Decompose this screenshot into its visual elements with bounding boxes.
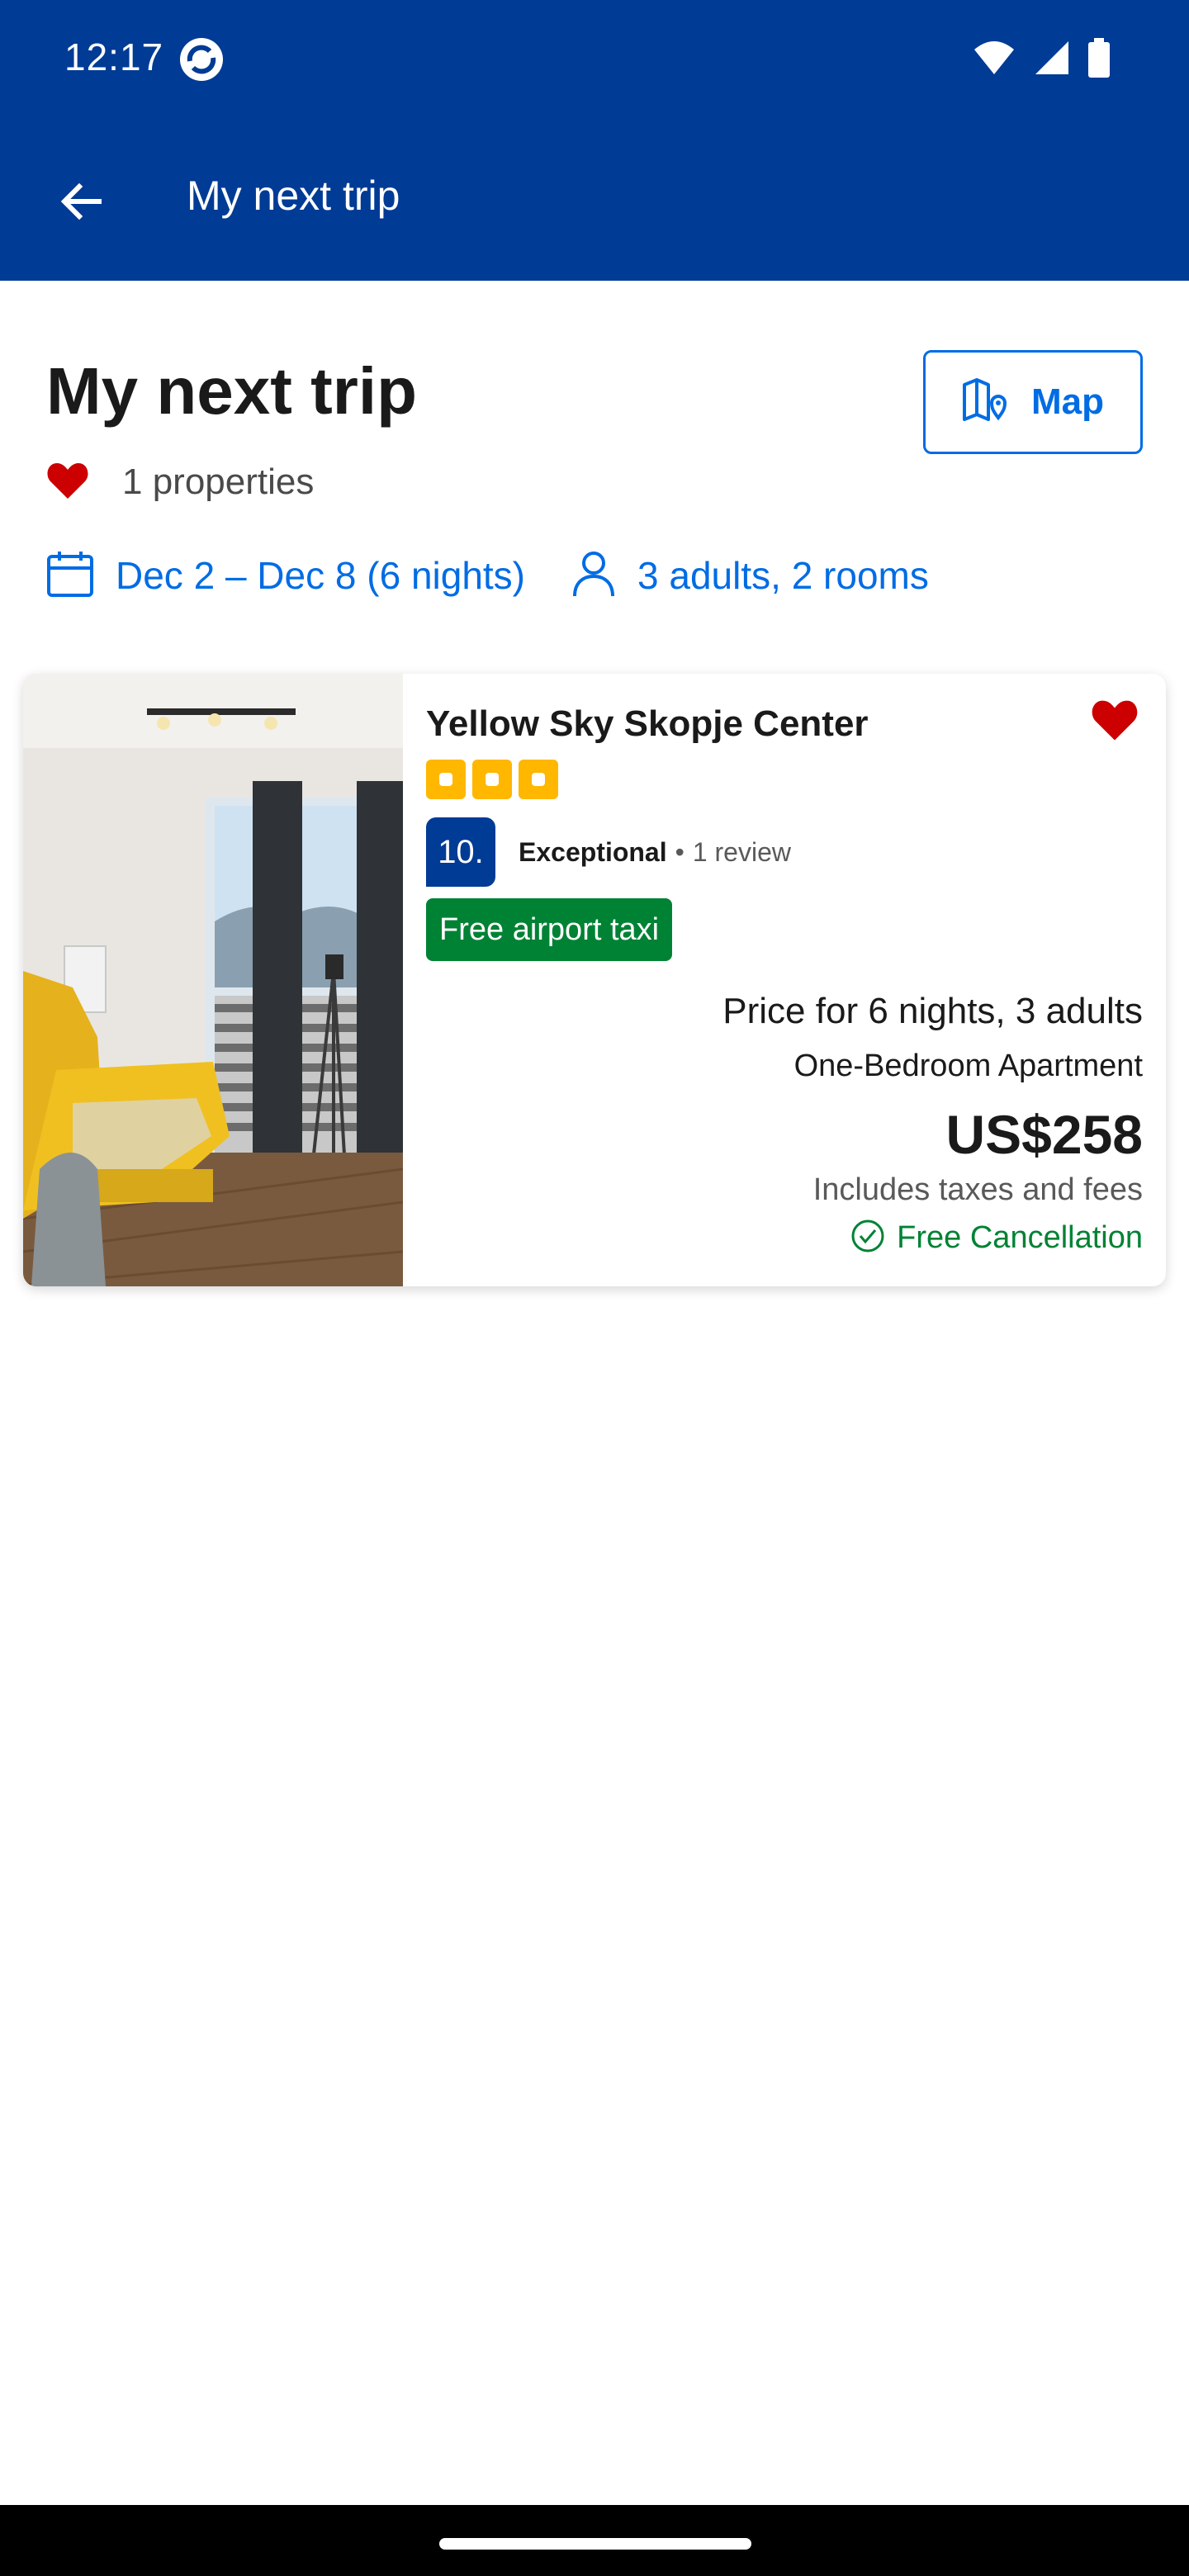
app-bar-title: My next trip	[187, 173, 400, 219]
review-score-row: 10. Exceptional • 1 review	[426, 817, 791, 887]
wifi-icon	[973, 40, 1016, 80]
review-score-badge: 10.	[426, 817, 495, 887]
app-bar: My next trip	[0, 124, 1189, 281]
free-cancellation: Free Cancellation	[850, 1215, 1143, 1260]
status-bar: 12:17	[0, 0, 1189, 124]
status-indicators	[973, 37, 1110, 82]
saved-count: 1 properties	[122, 462, 315, 502]
taxes-note: Includes taxes and fees	[812, 1172, 1143, 1207]
app-notification-icon	[178, 36, 225, 83]
star-rating	[426, 760, 558, 799]
guests-label: 3 adults, 2 rooms	[637, 554, 929, 597]
favorite-button[interactable]	[1083, 690, 1146, 753]
property-card[interactable]: Yellow Sky Skopje Center 10. Exceptional…	[23, 674, 1166, 1286]
back-button[interactable]	[36, 159, 126, 248]
price-for-text: Price for 6 nights, 3 adults	[722, 991, 1143, 1031]
review-count: 1 review	[692, 836, 791, 867]
star-icon	[426, 760, 466, 799]
calendar-icon	[46, 550, 94, 602]
status-time: 12:17	[64, 36, 164, 78]
star-icon	[472, 760, 512, 799]
system-nav-bar	[0, 2505, 1189, 2576]
property-info: Yellow Sky Skopje Center 10. Exceptional…	[403, 674, 1166, 1286]
property-photo[interactable]	[23, 674, 404, 1286]
rating-word: Exceptional	[519, 836, 667, 867]
signal-icon	[1034, 40, 1070, 80]
price: US$258	[945, 1104, 1143, 1165]
room-type: One-Bedroom Apartment	[793, 1049, 1143, 1083]
battery-icon	[1088, 37, 1110, 82]
trip-filters: Dec 2 – Dec 8 (6 nights) 3 adults, 2 roo…	[46, 547, 929, 604]
top-bar: 12:17 My next trip	[0, 0, 1189, 281]
home-indicator[interactable]	[439, 2538, 751, 2550]
saved-properties-row: 1 properties	[46, 457, 314, 507]
dates-filter[interactable]: Dec 2 – Dec 8 (6 nights)	[46, 550, 525, 602]
heart-icon	[46, 461, 89, 504]
person-icon	[571, 550, 616, 602]
free-airport-taxi-badge: Free airport taxi	[426, 898, 673, 961]
property-name[interactable]: Yellow Sky Skopje Center	[426, 703, 869, 745]
heart-icon	[1091, 698, 1139, 746]
back-arrow-icon	[56, 177, 106, 230]
map-icon	[962, 377, 1011, 427]
free-cancellation-label: Free Cancellation	[897, 1219, 1143, 1255]
check-circle-icon	[850, 1219, 885, 1257]
dates-label: Dec 2 – Dec 8 (6 nights)	[116, 554, 526, 597]
page-title: My next trip	[46, 354, 417, 428]
star-icon	[519, 760, 558, 799]
rating-separator: •	[675, 836, 685, 867]
map-button[interactable]: Map	[923, 350, 1143, 454]
map-button-label: Map	[1031, 381, 1104, 422]
guests-filter[interactable]: 3 adults, 2 rooms	[571, 550, 929, 602]
